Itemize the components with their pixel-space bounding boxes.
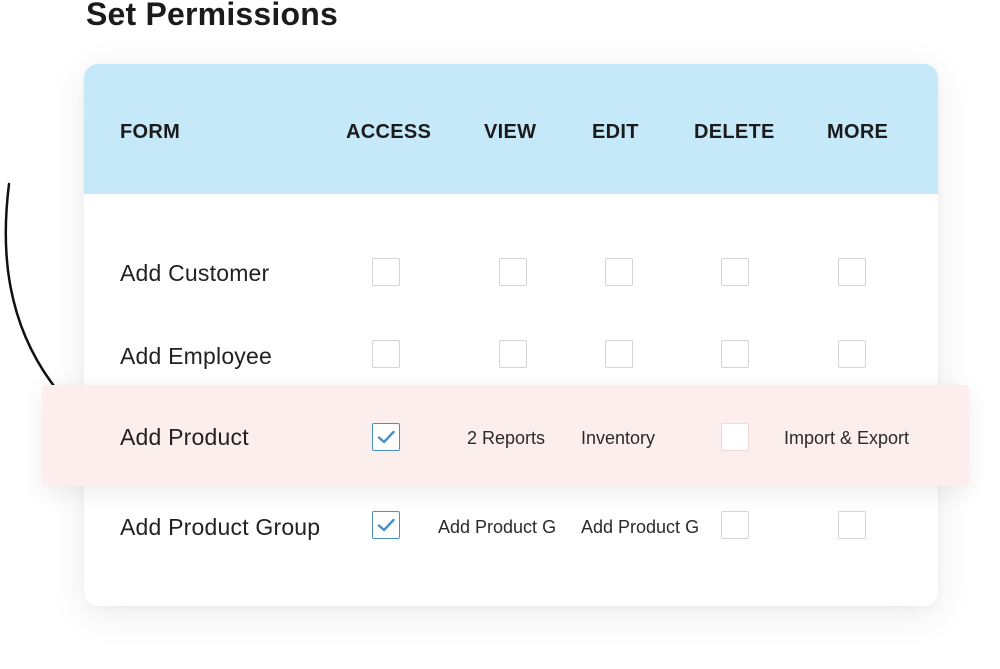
header-form: FORM xyxy=(120,121,181,143)
checkbox-more[interactable] xyxy=(838,511,866,539)
curved-arrow-icon xyxy=(4,182,75,409)
check-icon xyxy=(377,518,395,532)
header-delete: DELETE xyxy=(694,121,775,143)
permissions-table-card: FORM ACCESS VIEW EDIT DELETE MORE Add Cu… xyxy=(84,64,938,606)
checkbox-access-checked[interactable] xyxy=(372,423,400,451)
header-view: VIEW xyxy=(484,121,537,143)
view-value[interactable]: Add Product G xyxy=(438,517,556,538)
row-label-add-customer: Add Customer xyxy=(120,260,270,286)
checkbox-delete[interactable] xyxy=(721,340,749,368)
row-label-add-product: Add Product xyxy=(120,424,249,450)
checkbox-delete[interactable] xyxy=(721,511,749,539)
checkbox-delete[interactable] xyxy=(721,423,749,451)
checkbox-view[interactable] xyxy=(499,258,527,286)
view-value[interactable]: 2 Reports xyxy=(467,428,545,449)
edit-value[interactable]: Inventory xyxy=(581,428,655,449)
checkbox-access-checked[interactable] xyxy=(372,511,400,539)
edit-value[interactable]: Add Product G xyxy=(581,517,699,538)
table-header: FORM ACCESS VIEW EDIT DELETE MORE xyxy=(84,64,938,194)
checkbox-access[interactable] xyxy=(372,258,400,286)
checkbox-more[interactable] xyxy=(838,258,866,286)
header-access: ACCESS xyxy=(346,121,432,143)
row-label-add-employee: Add Employee xyxy=(120,343,272,369)
row-label-add-product-group: Add Product Group xyxy=(120,514,321,540)
checkbox-view[interactable] xyxy=(499,340,527,368)
header-edit: EDIT xyxy=(592,121,639,143)
more-value[interactable]: Import & Export xyxy=(784,428,909,449)
checkbox-edit[interactable] xyxy=(605,340,633,368)
highlighted-row: Add Product 2 Reports Inventory Import &… xyxy=(42,385,969,486)
check-icon xyxy=(377,430,395,444)
checkbox-access[interactable] xyxy=(372,340,400,368)
page-title: Set Permissions xyxy=(86,0,338,32)
checkbox-delete[interactable] xyxy=(721,258,749,286)
checkbox-more[interactable] xyxy=(838,340,866,368)
header-more: MORE xyxy=(827,121,889,143)
checkbox-edit[interactable] xyxy=(605,258,633,286)
